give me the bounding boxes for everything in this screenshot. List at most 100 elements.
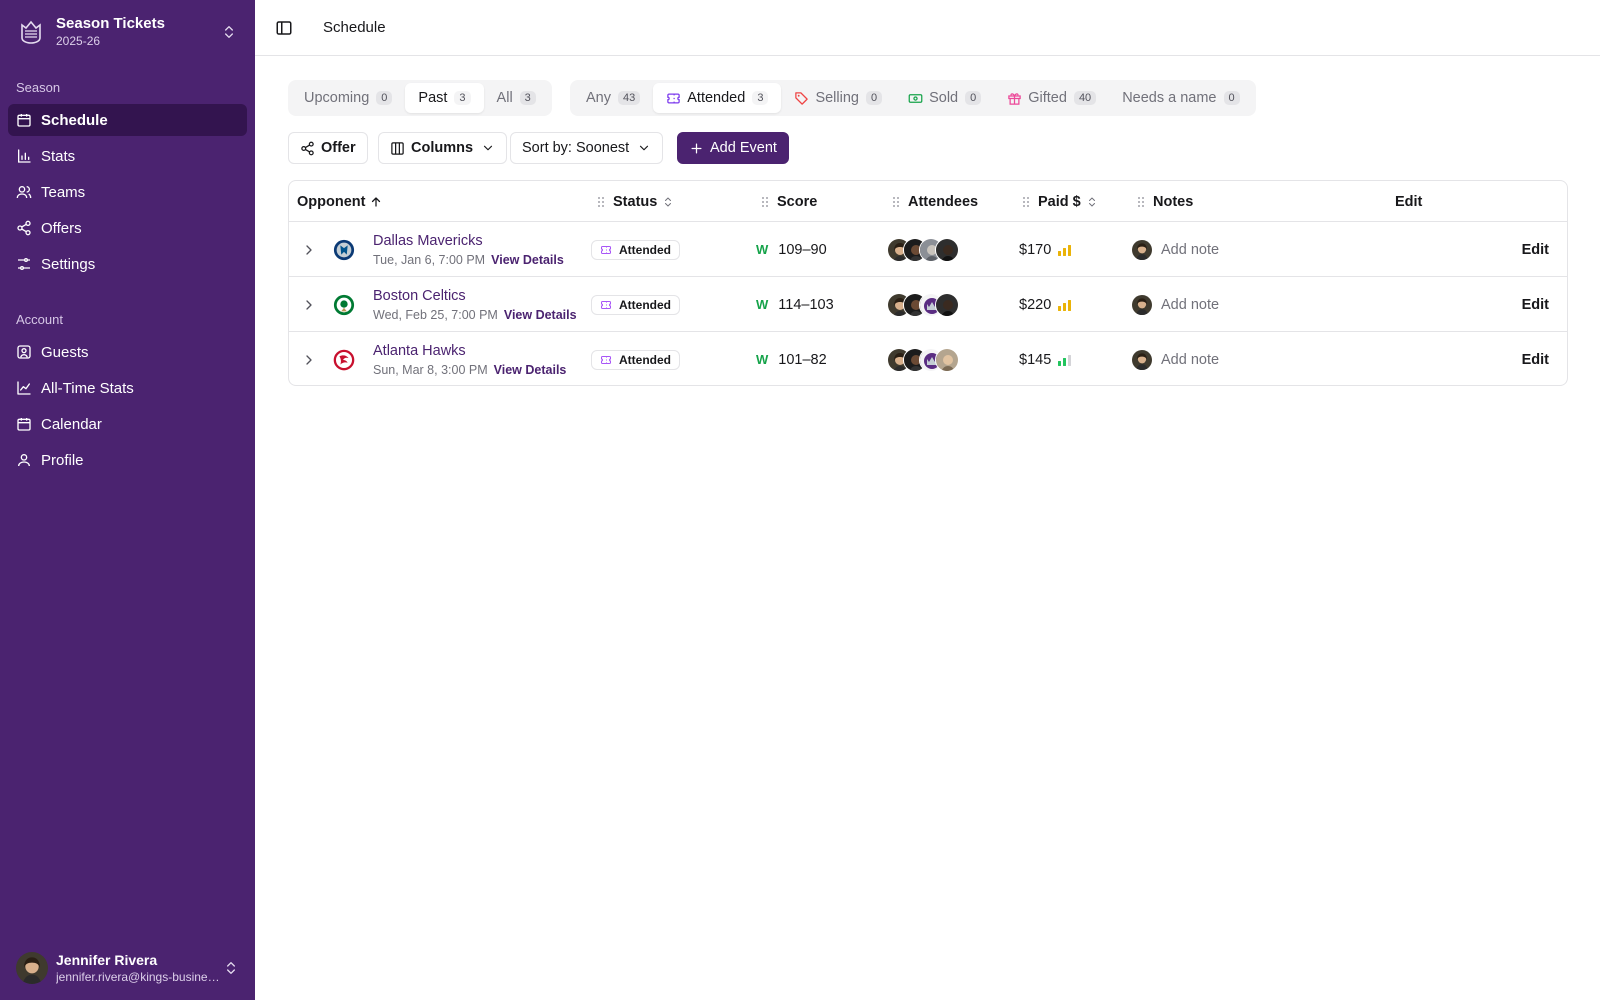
score-value: 114–103 <box>778 296 834 313</box>
attendee-avatars[interactable] <box>887 347 959 372</box>
hawks-logo-icon <box>333 332 355 387</box>
expand-row-icon[interactable] <box>301 332 317 387</box>
drag-handle-icon[interactable] <box>1135 196 1147 208</box>
button-label: Add Event <box>710 140 777 156</box>
offer-button[interactable]: Offer <box>288 132 368 164</box>
status-label: Attended <box>619 242 671 257</box>
filter-any[interactable]: Any 43 <box>573 83 653 113</box>
column-label: Status <box>613 193 658 210</box>
filter-label: Upcoming <box>304 90 370 106</box>
column-status[interactable]: Status <box>595 181 674 222</box>
season-switcher[interactable]: Season Tickets 2025-26 <box>8 8 247 56</box>
event-date: Sun, Mar 8, 3:00 PM <box>373 362 488 377</box>
sidebar-item-profile[interactable]: Profile <box>8 444 247 476</box>
add-note-button[interactable]: Add note <box>1132 277 1219 332</box>
edit-button[interactable]: Edit <box>1522 352 1549 368</box>
edit-button[interactable]: Edit <box>1522 242 1549 258</box>
sidebar-item-offers[interactable]: Offers <box>8 212 247 244</box>
account-nav: Guests All-Time Stats Calendar Profile <box>8 336 247 480</box>
opponent-name[interactable]: Boston Celtics <box>373 288 466 304</box>
opponent-name[interactable]: Dallas Mavericks <box>373 233 483 249</box>
column-notes[interactable]: Notes <box>1135 181 1193 222</box>
button-label: Offer <box>321 140 356 156</box>
cash-icon <box>908 91 923 106</box>
add-event-button[interactable]: Add Event <box>677 132 789 164</box>
add-note-button[interactable]: Add note <box>1132 332 1219 387</box>
table-row[interactable]: Boston Celtics Wed, Feb 25, 7:00 PM View … <box>289 277 1567 332</box>
chevrons-up-down-icon <box>221 24 237 40</box>
celtics-logo-icon <box>333 277 355 332</box>
chevron-down-icon <box>481 141 495 155</box>
column-opponent[interactable]: Opponent <box>297 181 382 222</box>
attendee-avatars[interactable] <box>887 237 959 262</box>
filter-label: All <box>496 90 513 106</box>
filter-past[interactable]: Past 3 <box>405 83 484 113</box>
edit-button[interactable]: Edit <box>1522 297 1549 313</box>
user-menu[interactable]: Jennifer Rivera jennifer.rivera@kings-bu… <box>8 944 247 992</box>
season-nav: Schedule Stats Teams Offers Settings <box>8 104 247 284</box>
drag-handle-icon[interactable] <box>595 196 607 208</box>
filter-count: 0 <box>965 91 982 105</box>
ticket-icon <box>666 91 681 106</box>
filter-count: 0 <box>865 91 883 105</box>
price-level-bar <box>1058 360 1062 366</box>
sidebar-item-teams[interactable]: Teams <box>8 176 247 208</box>
sidebar-toggle-icon[interactable] <box>275 19 293 37</box>
filter-count: 0 <box>376 91 393 105</box>
sidebar-item-schedule[interactable]: Schedule <box>8 104 247 136</box>
mavericks-logo-icon <box>333 222 355 277</box>
price-level-bar <box>1058 305 1062 311</box>
ticket-icon <box>600 244 612 256</box>
price-level-bar <box>1058 250 1062 256</box>
sidebar-item-settings[interactable]: Settings <box>8 248 247 280</box>
price-level-icon <box>1058 354 1072 366</box>
drag-handle-icon[interactable] <box>1020 196 1032 208</box>
user-email: jennifer.rivera@kings-business.com <box>56 969 223 984</box>
avatar <box>1132 350 1152 370</box>
sidebar-item-guests[interactable]: Guests <box>8 336 247 368</box>
column-label: Notes <box>1153 193 1194 210</box>
sidebar-item-label: Schedule <box>41 111 108 129</box>
column-label: Attendees <box>908 193 979 210</box>
filter-selling[interactable]: Selling 0 <box>781 83 895 113</box>
table-row[interactable]: Atlanta Hawks Sun, Mar 8, 3:00 PM View De… <box>289 332 1567 387</box>
filter-sold[interactable]: Sold 0 <box>895 83 994 113</box>
view-details-link[interactable]: View Details <box>504 308 577 322</box>
button-label: Sort by: Soonest <box>522 140 630 156</box>
filter-label: Past <box>418 90 448 106</box>
avatar <box>1132 295 1152 315</box>
add-note-button[interactable]: Add note <box>1132 222 1219 277</box>
drag-handle-icon[interactable] <box>890 196 902 208</box>
score-value: 101–82 <box>778 351 827 368</box>
table-row[interactable]: Dallas Mavericks Tue, Jan 6, 7:00 PM View… <box>289 222 1567 277</box>
opponent-name[interactable]: Atlanta Hawks <box>373 343 466 359</box>
view-details-link[interactable]: View Details <box>491 253 564 267</box>
sidebar-item-all-time-stats[interactable]: All-Time Stats <box>8 372 247 404</box>
price-level-bar <box>1063 357 1067 366</box>
expand-row-icon[interactable] <box>301 277 317 332</box>
filter-gifted[interactable]: Gifted 40 <box>994 83 1109 113</box>
ticket-icon <box>600 299 612 311</box>
user-icon <box>16 452 32 468</box>
filter-label: Any <box>586 90 611 106</box>
plus-icon <box>691 143 702 153</box>
column-paid[interactable]: Paid $ <box>1020 181 1098 222</box>
view-details-link[interactable]: View Details <box>494 363 567 377</box>
column-attendees[interactable]: Attendees <box>890 181 978 222</box>
sidebar-item-label: Guests <box>41 343 89 361</box>
avatar <box>935 347 959 372</box>
columns-button[interactable]: Columns <box>378 132 508 164</box>
sidebar-item-label: Settings <box>41 255 96 273</box>
drag-handle-icon[interactable] <box>759 196 771 208</box>
expand-row-icon[interactable] <box>301 222 317 277</box>
sidebar-item-stats[interactable]: Stats <box>8 140 247 172</box>
filter-upcoming[interactable]: Upcoming 0 <box>291 83 405 113</box>
user-name: Jennifer Rivera <box>56 951 158 968</box>
filter-attended[interactable]: Attended 3 <box>653 83 782 113</box>
filter-all[interactable]: All 3 <box>484 83 549 113</box>
filter-needs-a-name[interactable]: Needs a name 0 <box>1109 83 1252 113</box>
column-score[interactable]: Score <box>759 181 817 222</box>
sidebar-item-calendar[interactable]: Calendar <box>8 408 247 440</box>
attendee-avatars[interactable] <box>887 292 959 317</box>
sort-button[interactable]: Sort by: Soonest <box>510 132 664 164</box>
